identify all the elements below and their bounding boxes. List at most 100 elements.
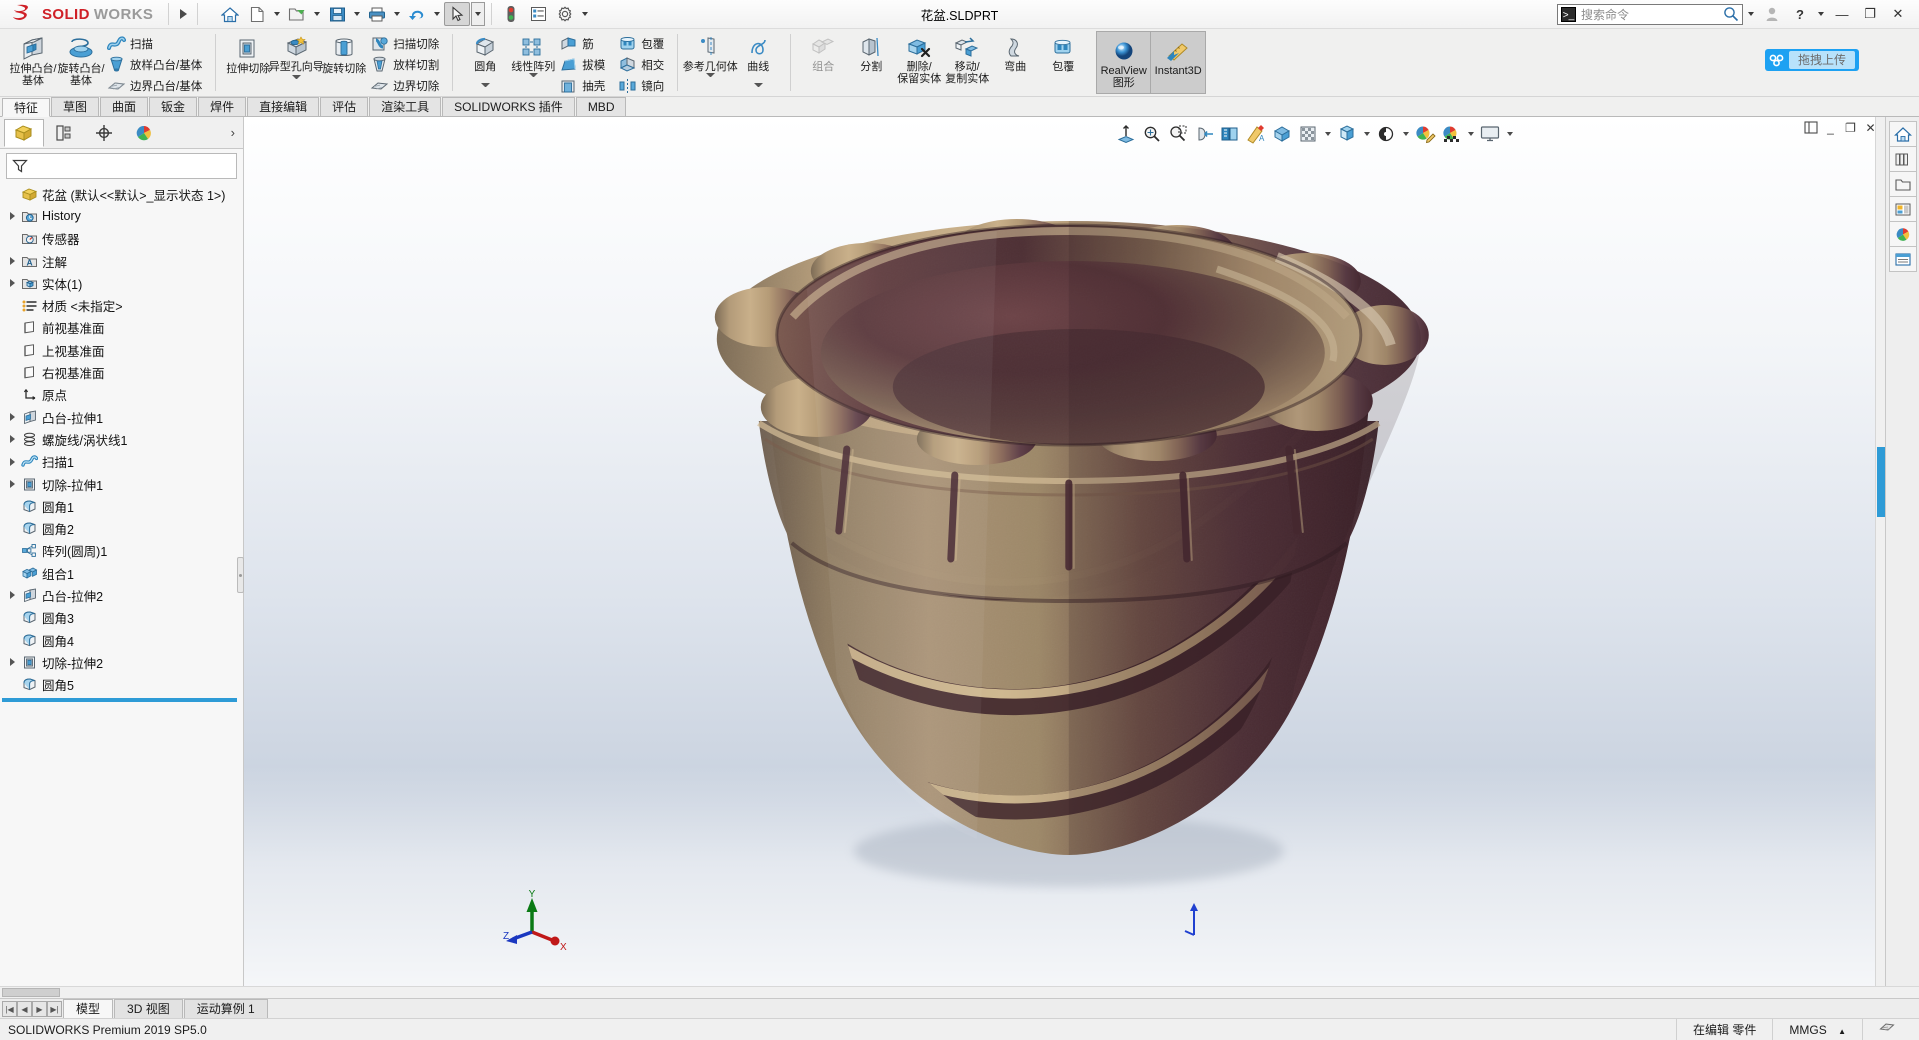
help-caret[interactable] — [1815, 2, 1827, 26]
scrollbar-thumb[interactable] — [1877, 447, 1885, 517]
hide-show-eye-icon[interactable] — [1374, 121, 1398, 147]
select-arrow-icon[interactable] — [444, 2, 471, 26]
appearances-scenes-icon[interactable] — [1888, 221, 1917, 247]
tab-features[interactable]: 特征 — [2, 98, 51, 117]
upload-widget[interactable]: 拖拽上传 — [1764, 49, 1859, 71]
tree-item-right-plane[interactable]: 右视基准面 — [0, 361, 243, 383]
chevron-down-icon[interactable] — [481, 83, 490, 90]
save-caret[interactable] — [351, 2, 363, 26]
search-icon[interactable] — [1723, 6, 1739, 22]
close-button[interactable]: ✕ — [1885, 2, 1911, 26]
overlay-icon[interactable] — [1862, 1018, 1911, 1040]
tree-arrow[interactable] — [4, 480, 20, 488]
rebuild-icon[interactable] — [498, 2, 524, 26]
chevron-down-icon[interactable] — [1361, 121, 1372, 147]
fillet-button[interactable]: 圆角 — [461, 31, 509, 91]
previous-view-icon[interactable] — [1166, 121, 1190, 147]
graphics-scrollbar-vertical[interactable] — [1875, 117, 1885, 986]
tree-arrow[interactable] — [4, 591, 20, 599]
move-copy-body-button[interactable]: 移动/复制实体 — [943, 31, 991, 86]
units-label[interactable]: MMGS ▲ — [1772, 1018, 1862, 1040]
view-settings-icon[interactable] — [1478, 121, 1502, 147]
tree-item-cut-extrude2[interactable]: 切除-拉伸2 — [0, 651, 243, 673]
extrude-boss-button[interactable]: 拉伸凸台/基体 — [9, 31, 57, 88]
view-cube-icon[interactable] — [1335, 121, 1359, 147]
tab-render-tools[interactable]: 渲染工具 — [369, 97, 442, 116]
print-icon[interactable] — [364, 2, 390, 26]
revolve-cut-button[interactable]: 旋转切除 — [320, 31, 368, 77]
restore-button[interactable]: ❐ — [1857, 2, 1883, 26]
file-explorer-icon[interactable] — [1888, 171, 1917, 197]
appearance-toggle-icon[interactable] — [1296, 121, 1320, 147]
tab-sheetmetal[interactable]: 钣金 — [149, 97, 198, 116]
view-orientation-icon[interactable] — [1218, 121, 1242, 147]
design-library-icon[interactable] — [1888, 146, 1917, 172]
chevron-down-icon[interactable] — [292, 75, 301, 82]
configuration-manager-tab[interactable] — [84, 119, 124, 147]
chevron-down-icon[interactable] — [706, 73, 715, 80]
display-style-icon[interactable]: A — [1244, 121, 1268, 147]
property-manager-tab[interactable] — [44, 119, 84, 147]
tab-evaluate[interactable]: 评估 — [320, 97, 369, 116]
tree-item-solid-bodies[interactable]: 实体(1) — [0, 272, 243, 294]
chevron-down-icon[interactable] — [1322, 121, 1333, 147]
select-caret[interactable] — [471, 2, 486, 26]
tab-solidworks-addins[interactable]: SOLIDWORKS 插件 — [442, 97, 575, 116]
loft-cut-button[interactable]: 放样切割 — [368, 54, 444, 75]
zoom-to-area-icon[interactable] — [1140, 121, 1164, 147]
restore-document-button[interactable]: ❐ — [1842, 119, 1859, 136]
hole-wizard-button[interactable]: 异型孔向导 — [269, 31, 324, 83]
zoom-to-fit-icon[interactable] — [1114, 121, 1138, 147]
flower-pot-model[interactable] — [616, 139, 1446, 899]
new-document-caret[interactable] — [271, 2, 283, 26]
minimize-document-button[interactable]: _ — [1822, 119, 1839, 136]
combine-button[interactable]: 组合 — [799, 31, 847, 75]
graphics-area[interactable]: A _ ❐ ✕ Y X Z — [244, 117, 1885, 986]
tree-item-combine1[interactable]: 组合1 — [0, 562, 243, 584]
panel-splitter-handle[interactable] — [237, 557, 244, 593]
chevron-down-icon[interactable] — [754, 83, 763, 90]
open-folder-icon[interactable] — [284, 2, 310, 26]
search-caret[interactable] — [1745, 2, 1757, 26]
tree-arrow[interactable] — [4, 435, 20, 443]
last-tab-button[interactable]: ▶| — [47, 1001, 62, 1017]
tree-item-fillet5[interactable]: 圆角5 — [0, 674, 243, 696]
new-document-icon[interactable] — [244, 2, 270, 26]
tab-mbd[interactable]: MBD — [575, 97, 627, 116]
tree-item-cut-extrude1[interactable]: 切除-拉伸1 — [0, 473, 243, 495]
split-view-icon[interactable] — [1802, 119, 1819, 136]
tree-item-boss-extrude2[interactable]: 凸台-拉伸2 — [0, 584, 243, 606]
prev-tab-button[interactable]: ◀ — [17, 1001, 32, 1017]
gear-icon[interactable] — [552, 2, 578, 26]
minimize-button[interactable]: — — [1829, 2, 1855, 26]
gear-caret[interactable] — [579, 2, 591, 26]
boundary-cut-button[interactable]: 边界切除 — [368, 75, 444, 96]
sweep-button[interactable]: 扫描 — [105, 33, 207, 54]
tree-arrow[interactable] — [4, 458, 20, 466]
units-caret-icon[interactable]: ▲ — [1838, 1027, 1846, 1036]
menu-expand-arrow[interactable] — [174, 2, 192, 26]
hide-show-items-icon[interactable] — [1270, 121, 1294, 147]
open-folder-caret[interactable] — [311, 2, 323, 26]
edit-appearance-icon[interactable] — [1413, 121, 1437, 147]
flex-button[interactable]: 弯曲 — [991, 31, 1039, 75]
tree-item-boss-extrude1[interactable]: 凸台-拉伸1 — [0, 406, 243, 428]
tree-filter-input[interactable] — [6, 153, 237, 179]
curves-button[interactable]: 曲线 — [734, 31, 782, 91]
tree-arrow[interactable] — [4, 279, 20, 287]
split-button[interactable]: 分割 — [847, 31, 895, 75]
user-account-icon[interactable] — [1759, 2, 1785, 26]
loft-boss-button[interactable]: 放样凸台/基体 — [105, 54, 207, 75]
rib-button[interactable]: 筋 — [557, 33, 610, 54]
first-tab-button[interactable]: |◀ — [2, 1001, 17, 1017]
chevron-down-icon[interactable] — [1400, 121, 1411, 147]
intersect-button[interactable]: 相交 — [616, 54, 669, 75]
display-manager-tab[interactable] — [124, 119, 164, 147]
tree-item-circular-pattern1[interactable]: 阵列(圆周)1 — [0, 540, 243, 562]
view-palette-icon[interactable] — [1888, 196, 1917, 222]
doc-tab-motion-study[interactable]: 运动算例 1 — [183, 999, 268, 1018]
scrollbar-thumb[interactable] — [2, 988, 60, 997]
extrude-cut-button[interactable]: 拉伸切除 — [224, 31, 272, 77]
tree-item-sweep1[interactable]: 扫描1 — [0, 451, 243, 473]
draft-button[interactable]: 拔模 — [557, 54, 610, 75]
